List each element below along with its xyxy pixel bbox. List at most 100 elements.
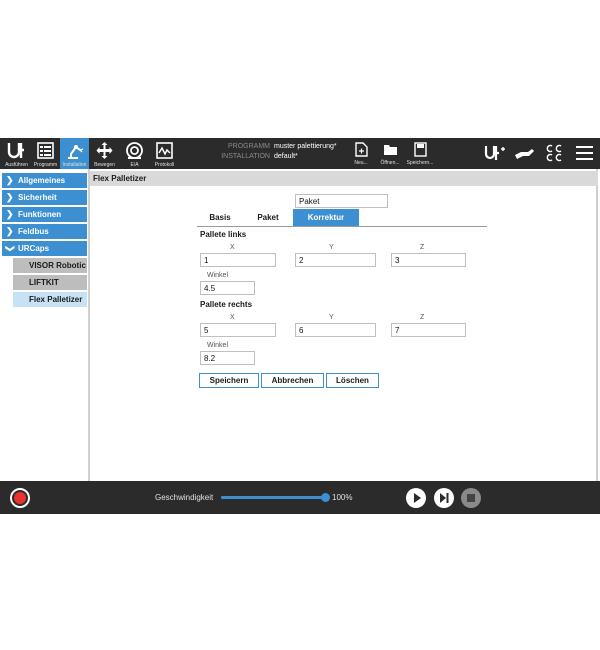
sidebar-subitem-flex-palletizer[interactable]: Flex Palletizer xyxy=(13,292,87,307)
section-title-left: Pallete links xyxy=(200,230,247,239)
program-key: PROGRAMM xyxy=(228,143,270,150)
speed-slider-fill xyxy=(221,496,326,499)
sidebar-item-label: Sicherheit xyxy=(18,193,57,202)
hamburger-menu-icon[interactable] xyxy=(575,143,594,163)
bottom-bar: Geschwindigkeit 100% xyxy=(0,481,600,514)
nav-log-label: Protokoll xyxy=(154,162,175,168)
play-button[interactable] xyxy=(406,488,426,508)
new-file-button[interactable]: Neu... xyxy=(348,138,374,169)
installation-value: default* xyxy=(274,153,298,160)
tab-korrektur[interactable]: Korrektur xyxy=(293,209,359,226)
sidebar-subitem-label: VISOR Robotic xyxy=(29,261,86,270)
left-z-field[interactable] xyxy=(391,253,466,267)
sidebar-item-functions[interactable]: ❯ Funktionen xyxy=(2,207,87,222)
tab-divider xyxy=(197,226,487,227)
open-file-button[interactable]: Öffnen... xyxy=(377,138,403,169)
speed-value: 100% xyxy=(332,493,353,502)
right-angle-field[interactable] xyxy=(200,351,255,365)
installation-robot-arm-icon xyxy=(68,145,84,159)
speed-label: Geschwindigkeit xyxy=(155,493,214,502)
record-button[interactable] xyxy=(10,488,30,508)
angle-label-left: Winkel xyxy=(207,272,229,279)
save-file-label: Speichern... xyxy=(406,160,434,166)
nav-log-button[interactable]: Protokoll xyxy=(150,138,179,169)
package-field[interactable] xyxy=(295,194,388,208)
chevron-down-icon: ❯ xyxy=(5,244,16,253)
left-x-field[interactable] xyxy=(200,253,276,267)
chevron-right-icon: ❯ xyxy=(6,175,14,185)
chevron-right-icon: ❯ xyxy=(6,192,14,202)
chevron-right-icon: ❯ xyxy=(6,209,14,219)
nav-installation-label: Installation xyxy=(62,162,87,168)
nav-move-button[interactable]: Bewegen xyxy=(90,138,119,169)
top-toolbar: Ausführen Programm Installation Bewegen … xyxy=(0,138,600,169)
installation-key: INSTALLATION xyxy=(221,153,270,160)
io-gauge-icon xyxy=(126,142,143,159)
main-panel: Flex Palletizer Basis Paket Korrektur Pa… xyxy=(89,169,598,481)
stop-button[interactable] xyxy=(461,488,481,508)
nav-installation-button[interactable]: Installation xyxy=(60,138,89,169)
sidebar: ❯ Allgemeines ❯ Sicherheit ❯ Funktionen … xyxy=(0,169,89,481)
page-title: Flex Palletizer xyxy=(90,171,598,186)
step-forward-icon xyxy=(440,493,449,503)
nav-run-label: Ausführen xyxy=(5,162,28,168)
open-folder-icon xyxy=(384,145,397,155)
sidebar-item-label: Allgemeines xyxy=(18,176,66,185)
freedrive-hand-icon[interactable] xyxy=(514,143,536,163)
nav-program-label: Programm xyxy=(33,162,58,168)
sidebar-subitem-label: LIFTKIT xyxy=(29,278,59,287)
sidebar-subitem-visor[interactable]: VISOR Robotic xyxy=(13,258,87,273)
log-chart-icon xyxy=(156,142,173,159)
sidebar-item-urcaps[interactable]: ❯ URCaps xyxy=(2,241,87,256)
right-y-field[interactable] xyxy=(295,323,376,337)
z-label: Z xyxy=(420,314,425,321)
sidebar-item-fieldbus[interactable]: ❯ Feldbus xyxy=(2,224,87,239)
x-label: X xyxy=(230,314,235,321)
sidebar-subitem-liftkit[interactable]: LIFTKIT xyxy=(13,275,87,290)
nav-program-button[interactable]: Programm xyxy=(31,138,60,169)
angle-label-right: Winkel xyxy=(207,342,229,349)
sidebar-item-general[interactable]: ❯ Allgemeines xyxy=(2,173,87,188)
y-label: Y xyxy=(329,244,334,251)
nav-io-button[interactable]: E/A xyxy=(120,138,149,169)
tab-basis[interactable]: Basis xyxy=(200,209,240,226)
sidebar-item-label: Funktionen xyxy=(18,210,62,219)
z-label: Z xyxy=(420,244,425,251)
sidebar-item-label: URCaps xyxy=(18,244,50,253)
nav-move-label: Bewegen xyxy=(94,162,115,168)
tab-paket[interactable]: Paket xyxy=(248,209,288,226)
y-label: Y xyxy=(329,314,334,321)
left-angle-field[interactable] xyxy=(200,281,255,295)
new-file-icon xyxy=(355,142,368,157)
ur-logo-icon xyxy=(7,143,24,159)
delete-button[interactable]: Löschen xyxy=(326,373,379,388)
speed-slider-handle[interactable] xyxy=(321,493,330,502)
play-icon xyxy=(414,493,421,503)
new-file-label: Neu... xyxy=(354,160,368,166)
left-y-field[interactable] xyxy=(295,253,376,267)
control-mode-icon[interactable] xyxy=(545,143,563,163)
open-file-label: Öffnen... xyxy=(380,160,400,166)
robot-control-app: Ausführen Programm Installation Bewegen … xyxy=(0,138,600,514)
save-button[interactable]: Speichern xyxy=(199,373,259,388)
x-label: X xyxy=(230,244,235,251)
save-file-button[interactable]: Speichern... xyxy=(407,138,433,169)
sidebar-item-safety[interactable]: ❯ Sicherheit xyxy=(2,190,87,205)
right-x-field[interactable] xyxy=(200,323,276,337)
nav-io-label: E/A xyxy=(130,162,139,168)
speed-slider[interactable] xyxy=(221,493,330,502)
chevron-right-icon: ❯ xyxy=(6,226,14,236)
program-value: muster palettierung* xyxy=(274,143,337,150)
section-title-right: Pallete rechts xyxy=(200,300,253,309)
ur-plus-icon[interactable] xyxy=(484,143,506,163)
save-disk-icon xyxy=(414,142,427,157)
move-arrows-icon xyxy=(96,142,113,159)
stop-icon xyxy=(467,494,475,502)
right-z-field[interactable] xyxy=(391,323,466,337)
sidebar-subitem-label: Flex Palletizer xyxy=(29,295,83,304)
cancel-button[interactable]: Abbrechen xyxy=(261,373,324,388)
step-button[interactable] xyxy=(434,488,454,508)
nav-run-button[interactable]: Ausführen xyxy=(2,138,31,169)
program-icon xyxy=(37,142,54,159)
record-icon xyxy=(14,492,26,504)
